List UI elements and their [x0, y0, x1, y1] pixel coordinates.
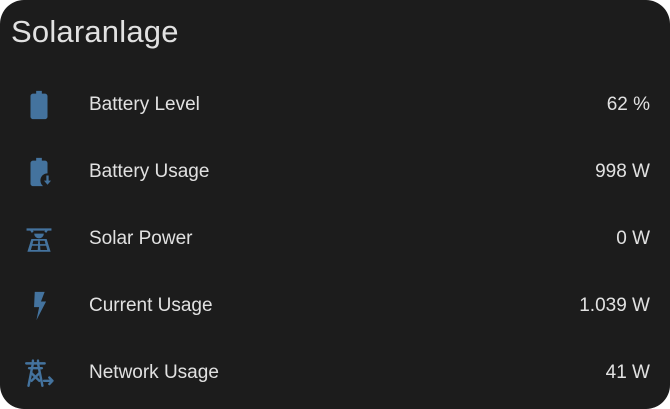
entity-value: 62 % — [606, 93, 650, 115]
entity-row-network-usage[interactable]: Network Usage 41 W — [0, 339, 670, 406]
battery-icon — [22, 88, 56, 122]
entity-row-battery-level[interactable]: Battery Level 62 % — [0, 71, 670, 138]
card-title: Solaranlage — [11, 14, 179, 49]
entity-value: 1.039 W — [579, 294, 650, 316]
entity-value: 998 W — [595, 160, 650, 182]
entity-label: Current Usage — [89, 294, 213, 316]
entity-row-battery-usage[interactable]: Battery Usage 998 W — [0, 138, 670, 205]
lightning-bolt-icon — [22, 289, 56, 323]
solaranlage-card: Solaranlage Battery Level 62 % Battery U… — [0, 0, 670, 409]
solar-power-icon — [22, 222, 56, 256]
entity-label: Network Usage — [89, 361, 219, 383]
entity-value: 0 W — [616, 227, 650, 249]
entity-row-solar-power[interactable]: Solar Power 0 W — [0, 205, 670, 272]
entity-row-current-usage[interactable]: Current Usage 1.039 W — [0, 272, 670, 339]
entity-label: Battery Usage — [89, 160, 210, 182]
transmission-tower-export-icon — [22, 356, 56, 390]
entity-label: Solar Power — [89, 227, 193, 249]
entity-list: Battery Level 62 % Battery Usage 998 W S… — [0, 71, 670, 406]
battery-charging-down-icon — [22, 155, 56, 189]
entity-label: Battery Level — [89, 93, 200, 115]
entity-value: 41 W — [605, 361, 650, 383]
